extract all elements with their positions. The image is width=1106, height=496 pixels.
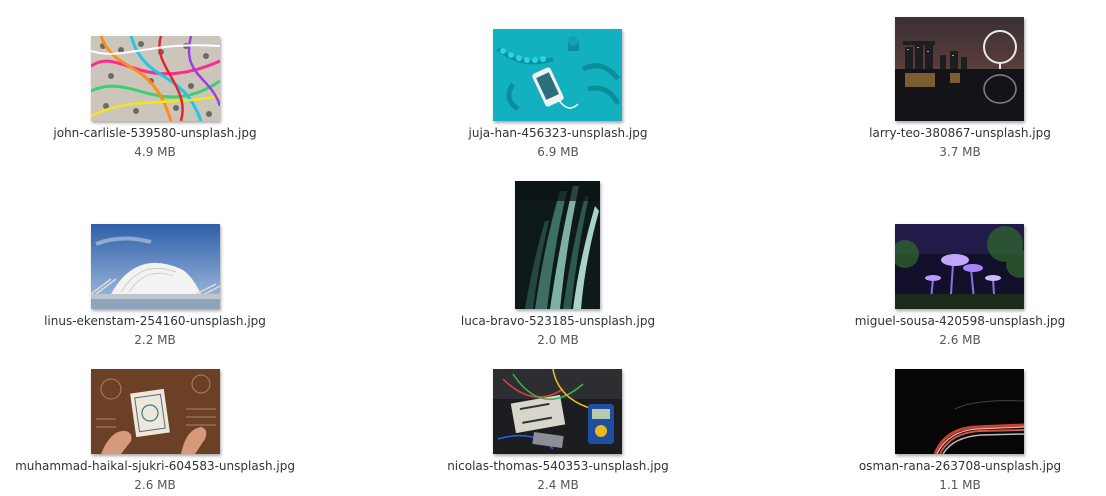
file-size: 2.6 MB bbox=[134, 478, 176, 492]
file-name: luca-bravo-523185-unsplash.jpg bbox=[460, 314, 656, 328]
file-item[interactable]: larry-teo-380867-unsplash.jpg 3.7 MB bbox=[820, 0, 1100, 170]
file-name: miguel-sousa-420598-unsplash.jpg bbox=[854, 314, 1066, 328]
file-size: 2.0 MB bbox=[537, 333, 579, 347]
file-size: 3.7 MB bbox=[939, 145, 981, 159]
image-thumbnail[interactable] bbox=[895, 17, 1024, 121]
file-size: 4.9 MB bbox=[134, 145, 176, 159]
image-thumbnail[interactable] bbox=[895, 224, 1024, 309]
file-name: juja-han-456323-unsplash.jpg bbox=[468, 126, 648, 140]
image-thumbnail[interactable] bbox=[493, 29, 622, 121]
image-thumbnail[interactable] bbox=[493, 369, 622, 454]
file-name: muhammad-haikal-sjukri-604583-unsplash.j… bbox=[15, 459, 295, 473]
file-size: 1.1 MB bbox=[939, 478, 981, 492]
file-name: john-carlisle-539580-unsplash.jpg bbox=[53, 126, 257, 140]
image-thumbnail[interactable] bbox=[895, 369, 1024, 454]
file-size: 2.6 MB bbox=[939, 333, 981, 347]
file-name: linus-ekenstam-254160-unsplash.jpg bbox=[44, 314, 266, 328]
file-name: larry-teo-380867-unsplash.jpg bbox=[869, 126, 1051, 140]
image-thumbnail[interactable] bbox=[515, 181, 600, 309]
file-size: 2.4 MB bbox=[537, 478, 579, 492]
file-name: nicolas-thomas-540353-unsplash.jpg bbox=[447, 459, 669, 473]
file-item[interactable]: nicolas-thomas-540353-unsplash.jpg 2.4 M… bbox=[418, 355, 698, 496]
file-item[interactable]: john-carlisle-539580-unsplash.jpg 4.9 MB bbox=[15, 0, 295, 170]
image-thumbnail[interactable] bbox=[91, 36, 220, 121]
file-item[interactable]: luca-bravo-523185-unsplash.jpg 2.0 MB bbox=[418, 170, 698, 350]
file-item[interactable]: linus-ekenstam-254160-unsplash.jpg 2.2 M… bbox=[15, 170, 295, 350]
image-thumbnail[interactable] bbox=[91, 224, 220, 309]
file-item[interactable]: muhammad-haikal-sjukri-604583-unsplash.j… bbox=[15, 355, 295, 496]
file-name: osman-rana-263708-unsplash.jpg bbox=[858, 459, 1062, 473]
image-thumbnail[interactable] bbox=[91, 369, 220, 454]
file-item[interactable]: miguel-sousa-420598-unsplash.jpg 2.6 MB bbox=[820, 170, 1100, 350]
file-size: 2.2 MB bbox=[134, 333, 176, 347]
file-item[interactable]: osman-rana-263708-unsplash.jpg 1.1 MB bbox=[820, 355, 1100, 496]
file-item[interactable]: juja-han-456323-unsplash.jpg 6.9 MB bbox=[418, 0, 698, 170]
file-icon-grid: john-carlisle-539580-unsplash.jpg 4.9 MB bbox=[0, 0, 1106, 496]
file-size: 6.9 MB bbox=[537, 145, 579, 159]
